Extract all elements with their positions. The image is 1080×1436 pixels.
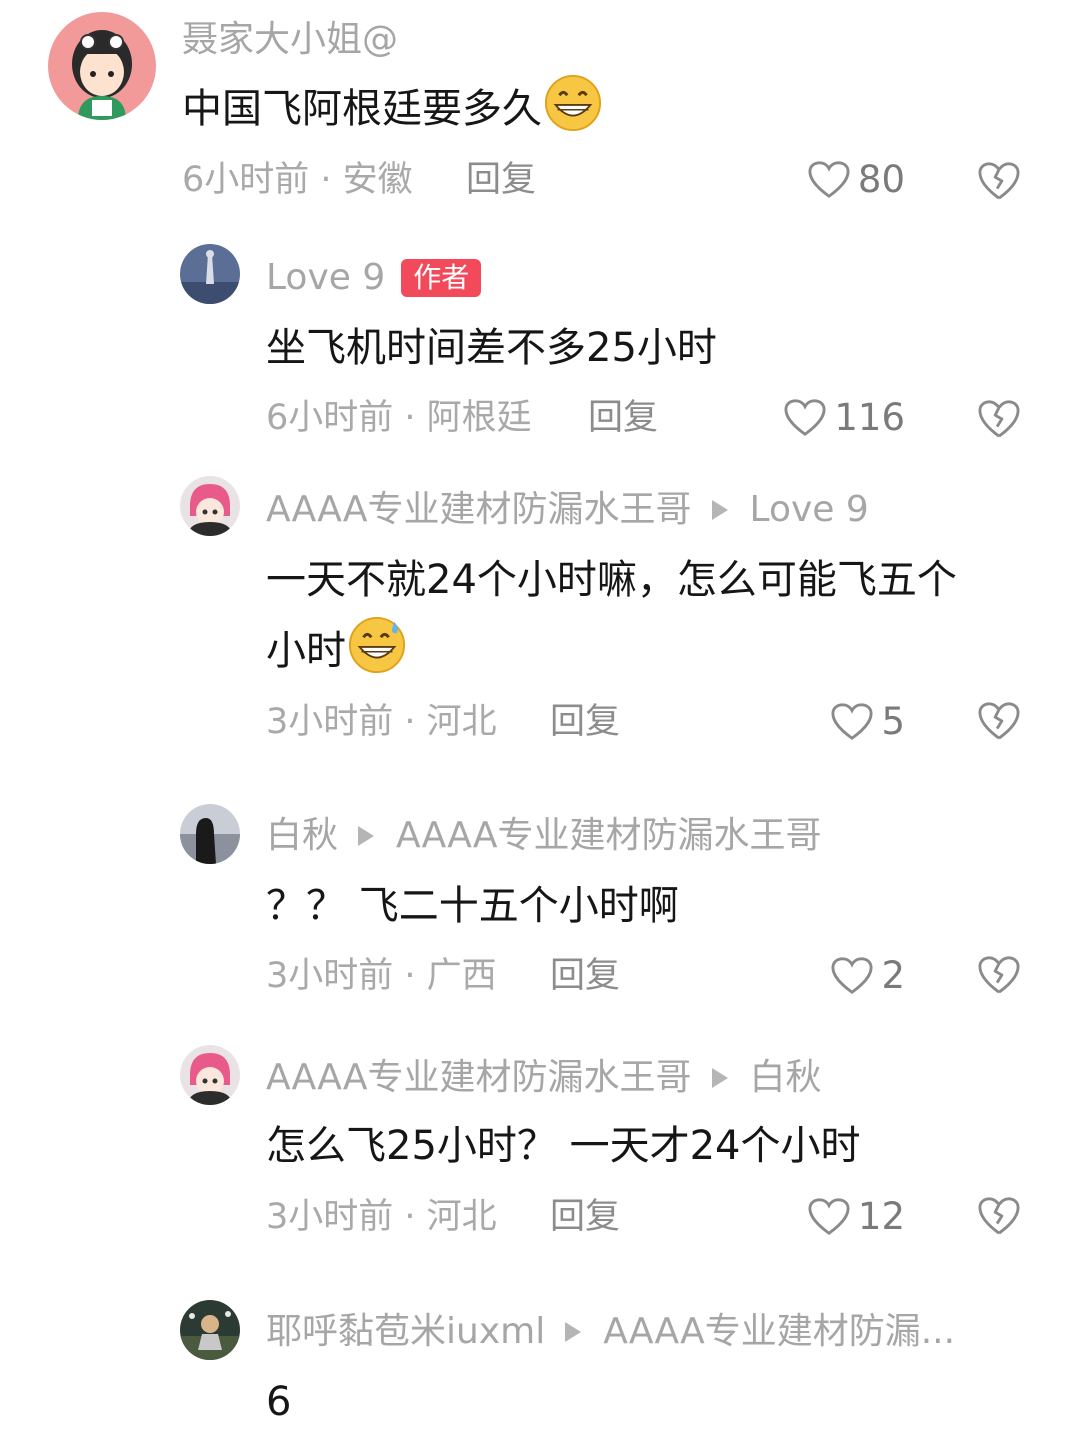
grinning-sweat-emoji <box>348 616 406 674</box>
avatar[interactable] <box>180 476 240 536</box>
broken-heart-icon <box>978 702 1020 740</box>
triangle-right-icon <box>711 1068 728 1088</box>
like-button[interactable]: 116 <box>784 396 905 440</box>
heart-outline-icon <box>831 703 873 740</box>
comment-username[interactable]: 聂家大小姐@ <box>182 18 398 62</box>
comment-text-line-1: 一天不就24个小时嘛，怎么可能飞五个 <box>266 557 957 603</box>
reply-button[interactable]: 回复 <box>550 700 620 744</box>
username-text[interactable]: AAAA专业建材防漏水王哥 <box>266 1056 692 1100</box>
reply-button[interactable]: 回复 <box>466 158 536 202</box>
username-text[interactable]: 耶呼黏苞米iuxml <box>266 1310 545 1354</box>
heart-outline-icon <box>831 957 873 994</box>
grinning-face-emoji <box>544 74 602 132</box>
username-text[interactable]: 聂家大小姐@ <box>182 18 398 62</box>
triangle-right-icon <box>565 1322 582 1342</box>
avatar[interactable] <box>180 244 240 304</box>
comment-username[interactable]: 耶呼黏苞米iuxml AAAA专业建材防漏... <box>266 1310 955 1354</box>
like-count: 12 <box>857 1195 905 1238</box>
author-badge: 作者 <box>401 259 482 297</box>
avatar[interactable] <box>180 1300 240 1360</box>
username-text[interactable]: Love 9 <box>266 256 385 300</box>
dislike-button[interactable] <box>978 1195 1020 1237</box>
like-count: 116 <box>834 396 905 439</box>
comment-text: ？？ 飞二十五个小时啊 <box>266 883 679 929</box>
comment-meta: 3小时前 · 河北 <box>266 1197 497 1237</box>
comment-text: 中国飞阿根廷要多久 <box>182 74 602 143</box>
avatar[interactable] <box>180 804 240 864</box>
comment-meta: 6小时前 · 阿根廷 <box>266 398 532 438</box>
user-avatar-icon <box>180 1045 240 1105</box>
like-button[interactable]: 2 <box>831 954 905 998</box>
triangle-right-icon <box>711 500 728 520</box>
avatar[interactable] <box>180 1045 240 1105</box>
comment-meta: 3小时前 · 广西 <box>266 956 497 996</box>
like-button[interactable]: 5 <box>831 700 905 744</box>
user-avatar-icon <box>180 1300 240 1360</box>
like-count: 5 <box>881 700 905 743</box>
comment-text: 6 <box>266 1379 292 1425</box>
comment-text: 怎么飞25小时？ 一天才24个小时 <box>266 1123 861 1169</box>
reply-to-username[interactable]: AAAA专业建材防漏... <box>603 1310 955 1354</box>
heart-outline-icon <box>784 399 826 436</box>
comment-text-line-2: 小时 <box>266 616 406 685</box>
comment-username[interactable]: Love 9 作者 <box>266 256 482 300</box>
broken-heart-icon <box>978 400 1020 438</box>
comment-text: 坐飞机时间差不多25小时 <box>266 325 717 371</box>
comment-username[interactable]: 白秋 AAAA专业建材防漏水王哥 <box>266 814 822 858</box>
reply-to-username[interactable]: 白秋 <box>750 1056 822 1100</box>
dislike-button[interactable] <box>978 398 1020 440</box>
dislike-button[interactable] <box>978 160 1020 202</box>
dislike-button[interactable] <box>978 954 1020 996</box>
broken-heart-icon <box>978 162 1020 200</box>
comment-username[interactable]: AAAA专业建材防漏水王哥 Love 9 <box>266 488 869 532</box>
reply-button[interactable]: 回复 <box>588 396 658 440</box>
comment-text-content: 小时 <box>266 628 346 674</box>
broken-heart-icon <box>978 956 1020 994</box>
user-avatar-icon <box>180 244 240 304</box>
like-count: 80 <box>857 158 905 201</box>
reply-button[interactable]: 回复 <box>550 954 620 998</box>
triangle-right-icon <box>358 826 375 846</box>
user-avatar-icon <box>180 476 240 536</box>
reply-to-username[interactable]: Love 9 <box>750 488 869 532</box>
comment-meta: 3小时前 · 河北 <box>266 702 497 742</box>
like-count: 2 <box>881 954 905 997</box>
username-text[interactable]: 白秋 <box>266 814 338 858</box>
dislike-button[interactable] <box>978 700 1020 742</box>
comment-text-content: 中国飞阿根廷要多久 <box>182 86 542 132</box>
reply-button[interactable]: 回复 <box>550 1195 620 1239</box>
like-button[interactable]: 12 <box>808 1195 905 1239</box>
heart-outline-icon <box>808 1198 850 1235</box>
comment-username[interactable]: AAAA专业建材防漏水王哥 白秋 <box>266 1056 822 1100</box>
comment-meta: 6小时前 · 安徽 <box>182 160 413 200</box>
avatar[interactable] <box>48 12 156 120</box>
reply-to-username[interactable]: AAAA专业建材防漏水王哥 <box>396 814 822 858</box>
broken-heart-icon <box>978 1197 1020 1235</box>
heart-outline-icon <box>808 161 850 198</box>
username-text[interactable]: AAAA专业建材防漏水王哥 <box>266 488 692 532</box>
user-avatar-icon <box>48 12 156 120</box>
user-avatar-icon <box>180 804 240 864</box>
like-button[interactable]: 80 <box>808 158 905 202</box>
